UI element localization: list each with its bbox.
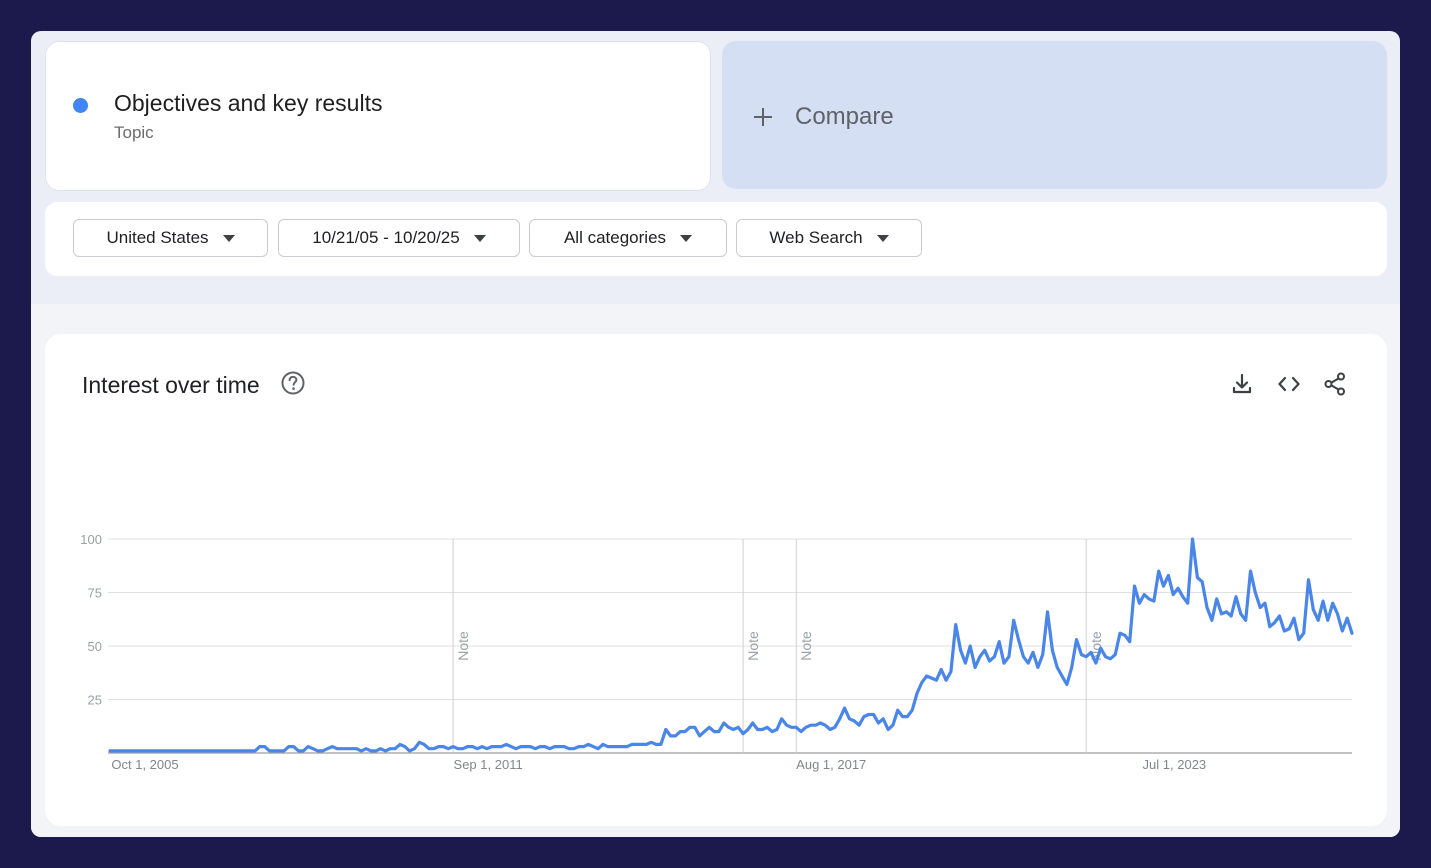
compare-label: Compare: [795, 103, 894, 130]
region-value: United States: [106, 228, 209, 247]
search-property-dropdown[interactable]: Web Search: [736, 219, 922, 257]
y-tick-label: 50: [88, 639, 102, 654]
filter-bar: United States 10/21/05 - 10/20/25 All ca…: [45, 202, 1387, 276]
caret-down-icon: [222, 234, 235, 242]
y-tick-label: 75: [88, 586, 102, 601]
series-line: [108, 537, 1354, 753]
search-term-card[interactable]: Objectives and key results Topic: [45, 41, 711, 191]
region-dropdown[interactable]: United States: [73, 219, 268, 257]
search-property-value: Web Search: [769, 228, 863, 247]
term-color-dot: [73, 98, 88, 113]
category-value: All categories: [563, 228, 667, 247]
caret-down-icon: [876, 234, 889, 242]
x-tick-label: Jul 1, 2023: [1143, 757, 1207, 772]
term-type: Topic: [114, 123, 154, 142]
interest-over-time-card: Interest over time 100 75 50 25 Note Note Note…: [45, 334, 1387, 826]
term-name[interactable]: Objectives and key results: [114, 90, 382, 117]
caret-down-icon: [473, 234, 486, 242]
caret-down-icon: [680, 234, 693, 242]
y-tick-label: 100: [80, 532, 102, 547]
category-dropdown[interactable]: All categories: [529, 219, 727, 257]
date-range-dropdown[interactable]: 10/21/05 - 10/20/25: [278, 219, 520, 257]
x-tick-label: Oct 1, 2005: [111, 757, 178, 772]
x-tick-label: Aug 1, 2017: [796, 757, 866, 772]
note-label: Note: [798, 631, 814, 661]
interest-line-chart: 100 75 50 25 Note Note Note Note Oct 1, 2005 Sep …: [80, 532, 1354, 772]
y-tick-label: 25: [88, 693, 102, 708]
x-tick-label: Sep 1, 2011: [454, 757, 523, 772]
note-label: Note: [455, 631, 471, 661]
plus-icon: [754, 108, 772, 126]
trends-panel: Objectives and key results Topic Compare…: [31, 31, 1400, 837]
note-label: Note: [745, 631, 761, 661]
compare-button[interactable]: Compare: [722, 41, 1387, 189]
date-range-value: 10/21/05 - 10/20/25: [312, 228, 460, 247]
note-label: Note: [1088, 631, 1104, 661]
